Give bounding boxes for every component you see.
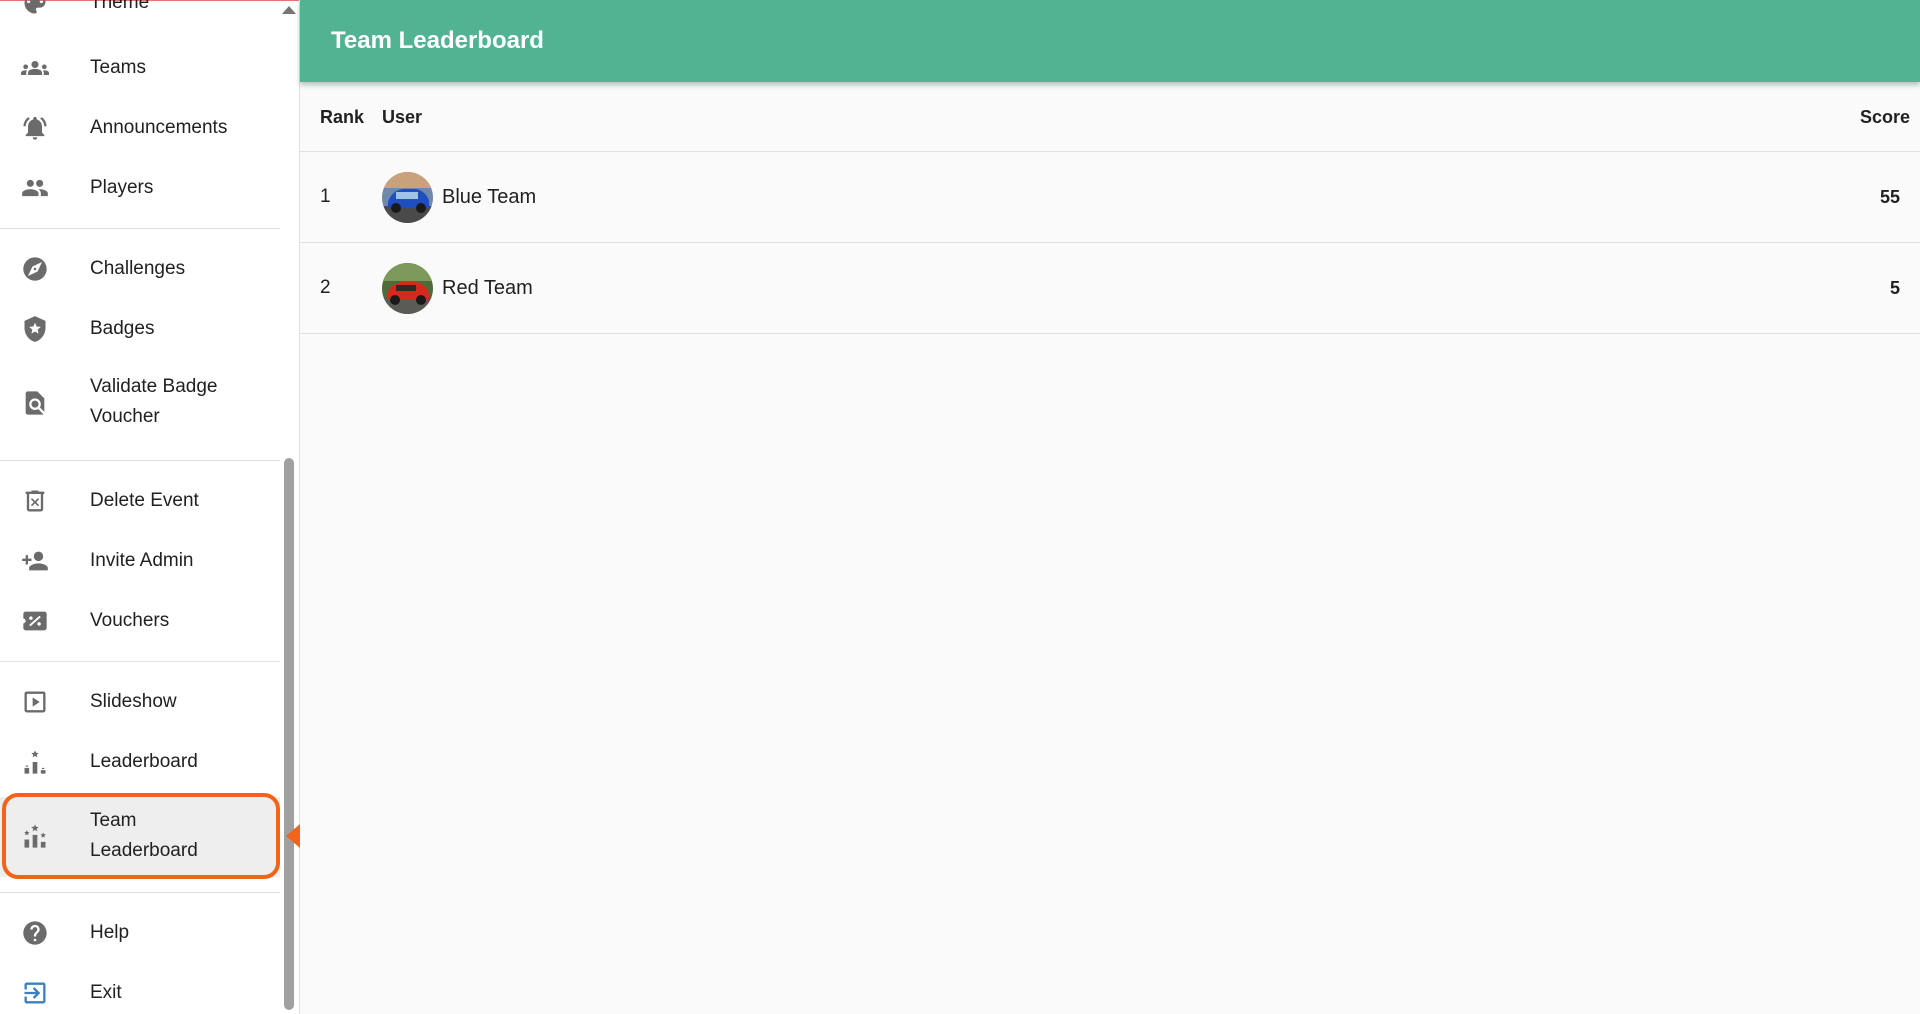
sidebar-divider [0, 228, 280, 229]
page-title: Team Leaderboard [331, 27, 544, 54]
sidebar-item-label: Leaderboard [90, 751, 198, 772]
column-header-user: User [382, 107, 423, 127]
sidebar-item-validate-badge-voucher[interactable]: Validate Badge Voucher [0, 372, 280, 434]
avatar [382, 263, 433, 314]
sidebar-item-label: Theme [90, 0, 150, 13]
rank-cell: 1 [320, 186, 331, 207]
sidebar-item-label: Slideshow [90, 691, 177, 712]
table-row[interactable]: 1 Blue Team 55 [300, 152, 1920, 243]
sidebar-item-delete-event[interactable]: Delete Event [0, 485, 280, 517]
score-cell: 5 [1889, 278, 1900, 298]
sidebar-item-label-line1: Validate Badge [90, 376, 218, 397]
avatar [382, 172, 433, 223]
sidebar-item-label: Delete Event [90, 490, 199, 511]
column-header-score: Score [1859, 107, 1910, 127]
person-add-icon [20, 546, 50, 576]
podium-icon [20, 747, 50, 777]
groups-icon [20, 53, 50, 83]
voucher-percent-icon [20, 606, 50, 636]
sidebar-item-label: Players [90, 177, 154, 198]
help-circle-icon [20, 918, 50, 948]
sidebar-item-vouchers[interactable]: Vouchers [0, 605, 280, 637]
play-box-icon [20, 687, 50, 717]
rank-cell: 2 [320, 277, 331, 298]
sidebar-item-announcements[interactable]: Announcements [0, 112, 280, 144]
main-content: Team Leaderboard Rank User Score 1 Blue … [300, 0, 1920, 1014]
sidebar-item-slideshow[interactable]: Slideshow [0, 686, 280, 718]
sidebar-item-theme[interactable]: Theme [0, 0, 280, 24]
team-name-cell: Blue Team [442, 186, 537, 208]
palette-icon [20, 0, 50, 18]
sidebar-item-label: Challenges [90, 258, 186, 279]
people-icon [20, 173, 50, 203]
compass-icon [20, 254, 50, 284]
scroll-up-arrow-icon[interactable] [282, 6, 296, 14]
search-document-icon [20, 388, 50, 418]
shield-star-icon [20, 314, 50, 344]
app-bar: Team Leaderboard [300, 0, 1920, 82]
sidebar-item-label: Exit [90, 982, 122, 1003]
sidebar-item-challenges[interactable]: Challenges [0, 253, 280, 285]
team-name-cell: Red Team [442, 277, 533, 299]
sidebar-divider [0, 892, 280, 893]
sidebar-item-players[interactable]: Players [0, 172, 280, 204]
scrollbar-thumb[interactable] [284, 458, 294, 1010]
sidebar-item-exit[interactable]: Exit [0, 977, 280, 1009]
highlight-annotation-box [2, 793, 280, 879]
sidebar-item-label: Badges [90, 318, 155, 339]
sidebar-item-label: Invite Admin [90, 550, 194, 571]
sidebar-item-help[interactable]: Help [0, 917, 280, 949]
exit-icon [20, 978, 50, 1008]
sidebar: Theme Teams Announcements Players Challe… [0, 0, 300, 1014]
sidebar-item-label: Teams [90, 57, 146, 78]
sidebar-item-label: Help [90, 922, 130, 943]
column-header-rank: Rank [320, 107, 365, 127]
sidebar-item-invite-admin[interactable]: Invite Admin [0, 545, 280, 577]
sidebar-item-label-line2: Voucher [90, 406, 160, 427]
sidebar-divider [0, 460, 280, 461]
score-cell: 55 [1879, 187, 1900, 207]
sidebar-item-badges[interactable]: Badges [0, 313, 280, 345]
bell-ringing-icon [20, 113, 50, 143]
table-row[interactable]: 2 Red Team 5 [300, 243, 1920, 334]
table-header: Rank User Score [300, 82, 1920, 152]
sidebar-item-teams[interactable]: Teams [0, 52, 280, 84]
sidebar-item-label: Vouchers [90, 610, 170, 631]
delete-icon [20, 486, 50, 516]
sidebar-item-label: Announcements [90, 117, 228, 138]
sidebar-item-leaderboard[interactable]: Leaderboard [0, 746, 280, 778]
sidebar-divider [0, 661, 280, 662]
